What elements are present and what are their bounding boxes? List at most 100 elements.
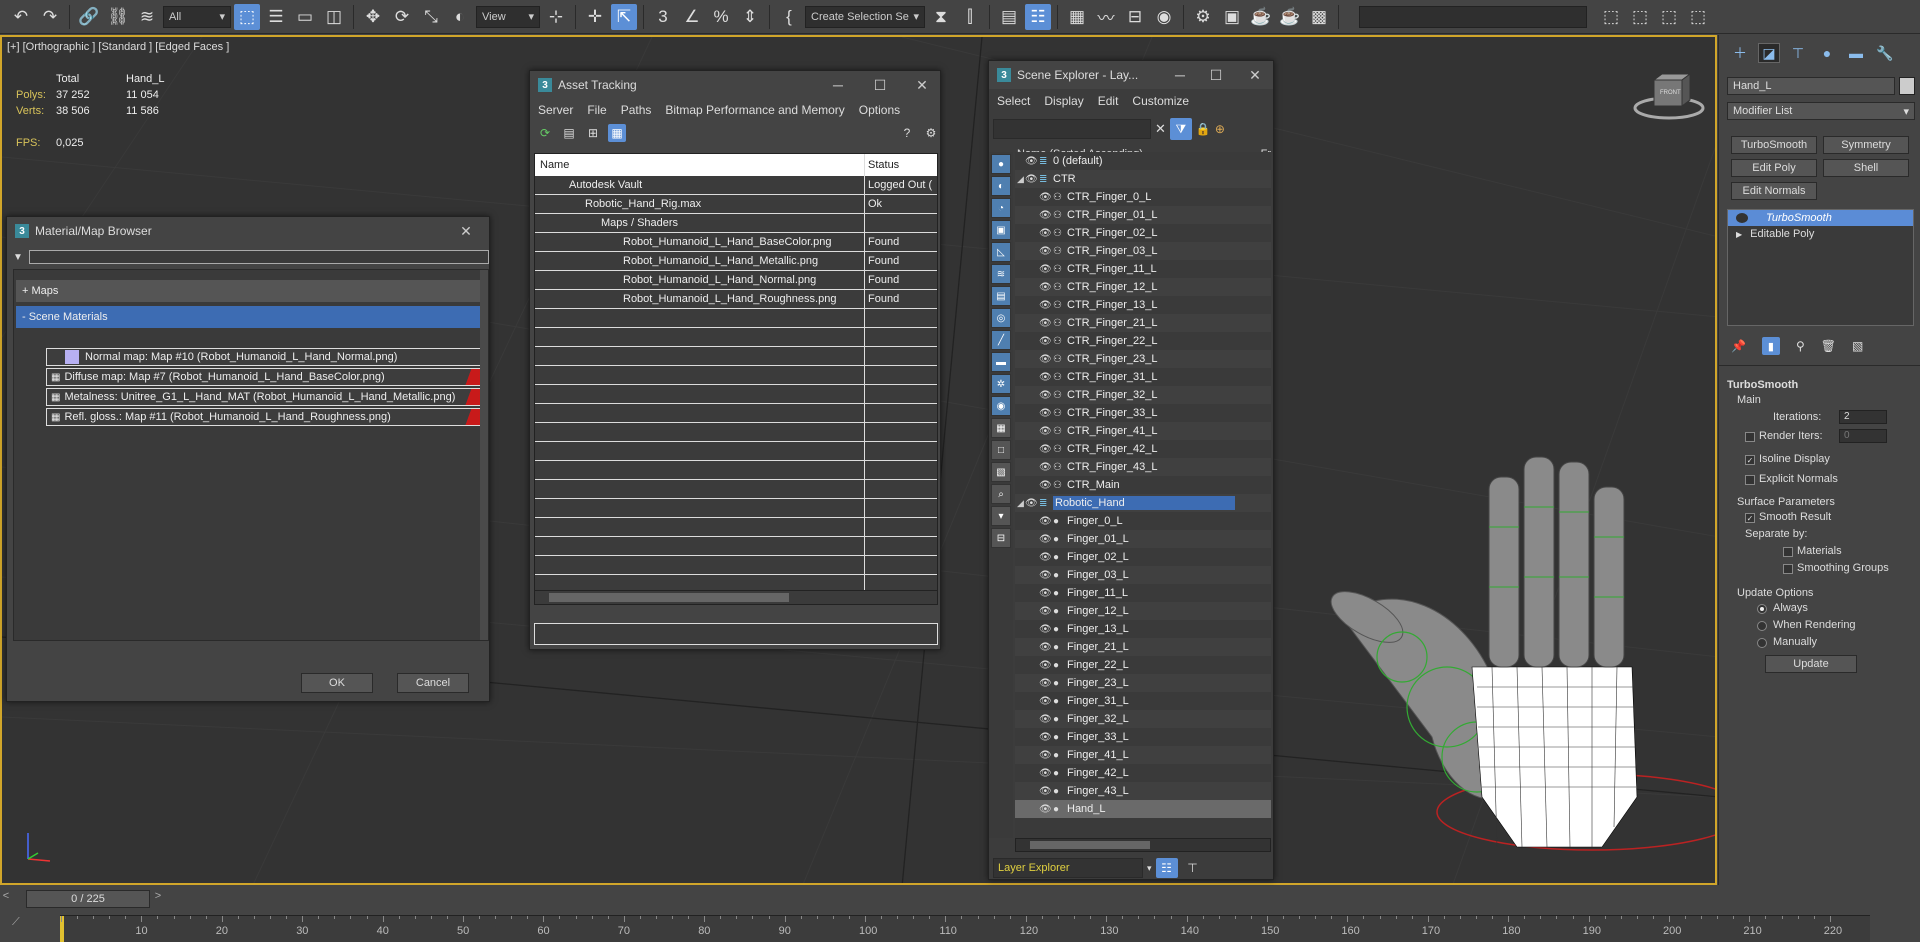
visibility-eye-icon[interactable]: 👁 xyxy=(1039,570,1052,581)
modifier-toggle-icon[interactable] xyxy=(1736,213,1748,223)
robotic-hand-model[interactable] xyxy=(1302,417,1717,877)
undo-icon[interactable]: ↶ xyxy=(8,4,34,30)
table-view-icon[interactable]: ▦ xyxy=(608,124,626,142)
visibility-eye-icon[interactable]: 👁 xyxy=(1039,426,1052,437)
edit-named-selection-icon[interactable]: { xyxy=(776,4,802,30)
visibility-eye-icon[interactable]: 👁 xyxy=(1039,444,1052,455)
percent-snap-icon[interactable]: % xyxy=(708,4,734,30)
display-tab-icon[interactable]: ▬ xyxy=(1845,43,1867,63)
minimize-icon[interactable]: ─ xyxy=(1165,61,1195,89)
expand-arrow-icon[interactable]: ◢ xyxy=(1017,498,1024,509)
pin-stack-icon[interactable]: 📌 xyxy=(1731,339,1746,353)
explicit-normals-checkbox[interactable] xyxy=(1745,475,1755,485)
utilities-tab-icon[interactable]: 🔧 xyxy=(1874,43,1896,63)
scene-tree-item[interactable]: 👁 ⚇ CTR_Finger_23_L xyxy=(1015,350,1271,368)
pivot-center-icon[interactable]: ⊹ xyxy=(543,4,569,30)
spinner-snap-icon[interactable]: ⇕ xyxy=(737,4,763,30)
materials-checkbox[interactable] xyxy=(1783,547,1793,557)
status-column-header[interactable]: Status xyxy=(868,159,899,171)
stack-item-turbosmooth[interactable]: TurboSmooth xyxy=(1728,210,1913,226)
menu-edit[interactable]: Edit xyxy=(1098,94,1119,108)
bones-filter-icon[interactable]: ╱ xyxy=(991,330,1011,350)
visibility-eye-icon[interactable]: 👁 xyxy=(1025,174,1038,185)
smoothing-groups-checkbox[interactable] xyxy=(1783,564,1793,574)
material-search-input[interactable] xyxy=(28,250,489,264)
sort-by-hierarchy-icon[interactable]: ⊤ xyxy=(1182,858,1204,878)
object-name-field[interactable]: Hand_L xyxy=(1727,77,1895,95)
place-icon[interactable]: ◐ xyxy=(447,4,473,30)
visibility-eye-icon[interactable]: 👁 xyxy=(1039,552,1052,563)
scene-tree-item[interactable]: 👁 ● Hand_L xyxy=(1015,800,1271,818)
object-color-swatch[interactable] xyxy=(1899,77,1915,95)
lock-icon[interactable]: 🔒 xyxy=(1196,122,1211,136)
frozen-filter-icon[interactable]: ◉ xyxy=(991,396,1011,416)
visibility-eye-icon[interactable]: 👁 xyxy=(1039,678,1052,689)
visibility-eye-icon[interactable]: 👁 xyxy=(1039,750,1052,761)
minimize-icon[interactable]: ─ xyxy=(820,71,856,99)
expand-arrow-icon[interactable]: ▶ xyxy=(1736,230,1742,239)
layers-icon[interactable]: ⊟ xyxy=(991,528,1011,548)
select-manipulate-icon[interactable]: ✛ xyxy=(582,4,608,30)
select-object-icon[interactable]: ⬚ xyxy=(234,3,260,30)
align-icon[interactable]: ⫿ xyxy=(957,4,983,30)
display-all-icon[interactable]: ▦ xyxy=(991,418,1011,438)
selection-filter-dropdown[interactable]: All ▾ xyxy=(163,5,231,28)
visibility-eye-icon[interactable]: 👁 xyxy=(1039,786,1052,797)
make-unique-icon[interactable]: ⚲ xyxy=(1796,339,1805,353)
asset-path-field[interactable] xyxy=(534,623,938,645)
bind-space-warp-icon[interactable]: ≋ xyxy=(134,4,160,30)
visibility-eye-icon[interactable]: 👁 xyxy=(1039,264,1052,275)
visibility-eye-icon[interactable]: 👁 xyxy=(1039,246,1052,257)
stack-item-editable-poly[interactable]: ▶ Editable Poly xyxy=(1728,226,1913,242)
browser-options-arrow-icon[interactable]: ▼ xyxy=(13,252,23,263)
material-browser-titlebar[interactable]: 3 Material/Map Browser ✕ xyxy=(7,217,489,245)
cancel-button[interactable]: Cancel xyxy=(397,673,469,693)
maps-group-header[interactable]: + Maps xyxy=(16,280,486,302)
expand-arrow-icon[interactable]: ◢ xyxy=(1017,174,1024,185)
modifier-list-dropdown[interactable]: Modifier List ▾ xyxy=(1727,102,1915,120)
geometry-filter-icon[interactable]: ● xyxy=(991,154,1011,174)
clear-search-icon[interactable]: ✕ xyxy=(1155,121,1166,137)
material-row[interactable]: ▦ Metalness: Unitree_G1_L_Hand_MAT (Robo… xyxy=(46,388,486,406)
help-icon[interactable]: ? xyxy=(898,124,916,142)
menu-customize[interactable]: Customize xyxy=(1132,94,1189,108)
render-production-icon[interactable]: ☕ xyxy=(1248,4,1274,30)
configure-modifier-sets-icon[interactable]: ▧ xyxy=(1852,339,1863,353)
named-selection-dropdown[interactable]: Create Selection Se ▾ xyxy=(805,5,925,28)
isoline-display-checkbox[interactable]: ✓ xyxy=(1745,455,1755,465)
asset-row[interactable]: Maps / Shaders xyxy=(535,214,937,233)
scene-tree-item[interactable]: 👁 ⚇ CTR_Finger_01_L xyxy=(1015,206,1271,224)
visibility-eye-icon[interactable]: 👁 xyxy=(1039,372,1052,383)
visibility-eye-icon[interactable]: 👁 xyxy=(1039,606,1052,617)
scene-tree-item[interactable]: 👁 ⚇ CTR_Finger_42_L xyxy=(1015,440,1271,458)
edit-normals-modifier-button[interactable]: Edit Normals xyxy=(1731,182,1817,200)
rotate-icon[interactable]: ⟳ xyxy=(389,4,415,30)
visibility-eye-icon[interactable]: 👁 xyxy=(1039,228,1052,239)
create-tab-icon[interactable]: ＋ xyxy=(1729,43,1751,63)
visibility-eye-icon[interactable]: 👁 xyxy=(1039,192,1052,203)
window-crossing-icon[interactable]: ◫ xyxy=(321,4,347,30)
visibility-eye-icon[interactable]: 👁 xyxy=(1039,210,1052,221)
visibility-eye-icon[interactable]: 👁 xyxy=(1039,462,1052,473)
scene-tree-item[interactable]: 👁 ⚇ CTR_Finger_0_L xyxy=(1015,188,1271,206)
visibility-eye-icon[interactable]: 👁 xyxy=(1039,336,1052,347)
asset-row[interactable]: Robot_Humanoid_L_Hand_Normal.png Found xyxy=(535,271,937,290)
tree-view-icon[interactable]: ⊞ xyxy=(584,124,602,142)
scene-tree-item[interactable]: 👁 ⚇ CTR_Finger_22_L xyxy=(1015,332,1271,350)
render-in-cloud-icon[interactable]: ▩ xyxy=(1306,4,1332,30)
scene-tree-item[interactable]: 👁 ● Finger_43_L xyxy=(1015,782,1271,800)
scene-tree-item[interactable]: 👁 ⚇ CTR_Finger_03_L xyxy=(1015,242,1271,260)
visibility-eye-icon[interactable]: 👁 xyxy=(1039,660,1052,671)
visibility-eye-icon[interactable]: 👁 xyxy=(1039,354,1052,365)
sort-by-layer-icon[interactable]: ☷ xyxy=(1155,858,1178,878)
visibility-eye-icon[interactable]: 👁 xyxy=(1025,156,1038,167)
keyboard-shortcut-override-icon[interactable]: ⇱ xyxy=(611,3,637,30)
motion-tab-icon[interactable]: ● xyxy=(1816,43,1838,63)
mirror-icon[interactable]: ⧗ xyxy=(928,4,954,30)
close-icon[interactable]: ✕ xyxy=(904,71,940,99)
scene-tree-item[interactable]: 👁 ● Finger_32_L xyxy=(1015,710,1271,728)
scene-tree-item[interactable]: ◢ 👁 ≣ CTR xyxy=(1015,170,1271,188)
menu-display[interactable]: Display xyxy=(1044,94,1083,108)
viewcube[interactable]: FRONT xyxy=(1632,70,1706,122)
scene-tree-item[interactable]: 👁 ⚇ CTR_Finger_41_L xyxy=(1015,422,1271,440)
